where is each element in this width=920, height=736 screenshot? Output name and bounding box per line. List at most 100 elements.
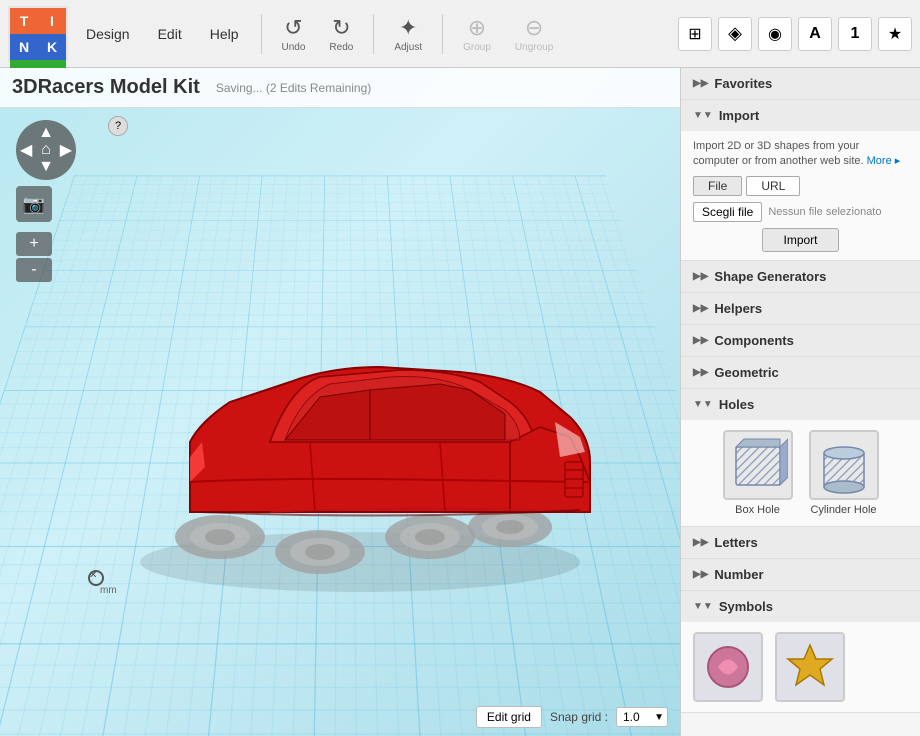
no-file-text: Nessun file selezionato [768, 206, 881, 218]
project-title: 3DRacers Model Kit [12, 76, 200, 99]
components-header[interactable]: ▶ Components [681, 325, 920, 356]
divider-1 [261, 14, 262, 54]
box-hole-label: Box Hole [735, 504, 780, 516]
edit-grid-button[interactable]: Edit grid [476, 706, 542, 728]
shape-generators-header[interactable]: ▶ Shape Generators [681, 261, 920, 292]
import-header[interactable]: ▼ Import [681, 100, 920, 131]
symbols-section: ▼ Symbols [681, 591, 920, 713]
nav-home-icon[interactable]: ⌂ [41, 141, 51, 159]
letter-view-icon[interactable]: A [798, 17, 832, 51]
nav-left[interactable]: ◀ [20, 140, 32, 160]
shape-generators-label: Shape Generators [714, 269, 826, 284]
group-label: Group [463, 42, 491, 53]
number-section: ▶ Number [681, 559, 920, 591]
helpers-header[interactable]: ▶ Helpers [681, 293, 920, 324]
nav-up[interactable]: ▲ [38, 124, 54, 142]
undo-icon: ↺ [284, 15, 302, 41]
group-button[interactable]: ⊕ Group [455, 11, 499, 57]
origin-crosshair[interactable] [88, 570, 104, 586]
camera-button[interactable]: 📷 [16, 186, 52, 222]
helpers-toggle-icon: ▶ [693, 303, 708, 314]
logo-t: T [10, 8, 38, 34]
canvas-area[interactable]: 3DRacers Model Kit Saving... (2 Edits Re… [0, 68, 680, 736]
group-icon: ⊕ [468, 15, 486, 41]
holes-toggle-icon: ▼ [693, 399, 713, 410]
topbar: T I N K E R Design Edit Help ↺ Undo ↻ Re… [0, 0, 920, 68]
helpers-label: Helpers [714, 301, 762, 316]
symbol-card-1[interactable] [693, 632, 763, 702]
tinkercad-logo[interactable]: T I N K E R [8, 6, 68, 62]
help-menu[interactable]: Help [200, 22, 249, 46]
file-url-tabs: File URL [693, 176, 908, 196]
symbols-toggle-icon: ▼ [693, 601, 713, 612]
symbol-card-2[interactable] [775, 632, 845, 702]
number-toggle-icon: ▶ [693, 569, 708, 580]
adjust-button[interactable]: ✦ Adjust [386, 11, 430, 57]
letters-toggle-icon: ▶ [693, 537, 708, 548]
zoom-in-button[interactable]: + [16, 232, 52, 256]
letters-header[interactable]: ▶ Letters [681, 527, 920, 558]
components-section: ▶ Components [681, 325, 920, 357]
ungroup-icon: ⊖ [525, 15, 543, 41]
choose-file-row: Scegli file Nessun file selezionato [693, 202, 908, 222]
import-more-link[interactable]: More ▸ [867, 155, 901, 167]
logo-i: I [38, 8, 66, 34]
help-badge[interactable]: ? [108, 116, 128, 136]
top-right-icons: ⊞ ◈ ◉ A 1 ★ [678, 17, 912, 51]
components-label: Components [714, 333, 793, 348]
zoom-out-button[interactable]: - [16, 258, 52, 282]
main-area: 3DRacers Model Kit Saving... (2 Edits Re… [0, 68, 920, 736]
logo-k: K [38, 34, 66, 60]
adjust-label: Adjust [394, 42, 422, 53]
nav-down[interactable]: ▼ [38, 158, 54, 176]
import-description: Import 2D or 3D shapes from your compute… [693, 139, 908, 170]
number-header[interactable]: ▶ Number [681, 559, 920, 590]
snap-select[interactable]: 0.1 0.5 1.0 2.0 5.0 10.0 [616, 707, 668, 727]
redo-button[interactable]: ↻ Redo [321, 11, 361, 57]
snap-wrapper: 0.1 0.5 1.0 2.0 5.0 10.0 ▼ [616, 707, 668, 727]
save-status: Saving... (2 Edits Remaining) [216, 81, 371, 95]
ungroup-button[interactable]: ⊖ Ungroup [507, 11, 561, 57]
cylinder-hole-card[interactable]: Cylinder Hole [809, 430, 879, 516]
symbols-header[interactable]: ▼ Symbols [681, 591, 920, 622]
file-tab[interactable]: File [693, 176, 742, 196]
design-menu[interactable]: Design [76, 22, 140, 46]
mm-label: mm [100, 585, 117, 596]
snap-label: Snap grid : [550, 710, 608, 724]
number-label: Number [714, 567, 763, 582]
undo-button[interactable]: ↺ Undo [274, 11, 314, 57]
nav-circle[interactable]: ▲ ▼ ◀ ▶ ⌂ [16, 120, 76, 180]
number-view-icon[interactable]: 1 [838, 17, 872, 51]
ungroup-label: Ungroup [515, 42, 553, 53]
helpers-section: ▶ Helpers [681, 293, 920, 325]
edit-menu[interactable]: Edit [148, 22, 192, 46]
holes-header[interactable]: ▼ Holes [681, 389, 920, 420]
symbols-content [681, 622, 920, 712]
cylinder-hole-label: Cylinder Hole [810, 504, 876, 516]
shape-generators-section: ▶ Shape Generators [681, 261, 920, 293]
logo-n: N [10, 34, 38, 60]
star-view-icon[interactable]: ★ [878, 17, 912, 51]
cylinder-hole-visual [809, 430, 879, 500]
geometric-header[interactable]: ▶ Geometric [681, 357, 920, 388]
divider-2 [373, 14, 374, 54]
url-tab[interactable]: URL [746, 176, 800, 196]
favorites-label: Favorites [714, 76, 772, 91]
redo-label: Redo [329, 42, 353, 53]
divider-3 [442, 14, 443, 54]
sidebar-collapse-handle[interactable]: ◀ [680, 384, 681, 420]
import-button[interactable]: Import [762, 228, 838, 252]
components-toggle-icon: ▶ [693, 335, 708, 346]
geometric-toggle-icon: ▶ [693, 367, 708, 378]
nav-right[interactable]: ▶ [60, 140, 72, 160]
holes-label: Holes [719, 397, 754, 412]
grid-view-icon[interactable]: ⊞ [678, 17, 712, 51]
cube-view-icon[interactable]: ◈ [718, 17, 752, 51]
import-toggle-icon: ▼ [693, 110, 713, 121]
car-model [60, 188, 640, 676]
redo-icon: ↻ [332, 15, 350, 41]
favorites-header[interactable]: ▶ Favorites [681, 68, 920, 99]
sphere-view-icon[interactable]: ◉ [758, 17, 792, 51]
choose-file-button[interactable]: Scegli file [693, 202, 762, 222]
box-hole-card[interactable]: Box Hole [723, 430, 793, 516]
